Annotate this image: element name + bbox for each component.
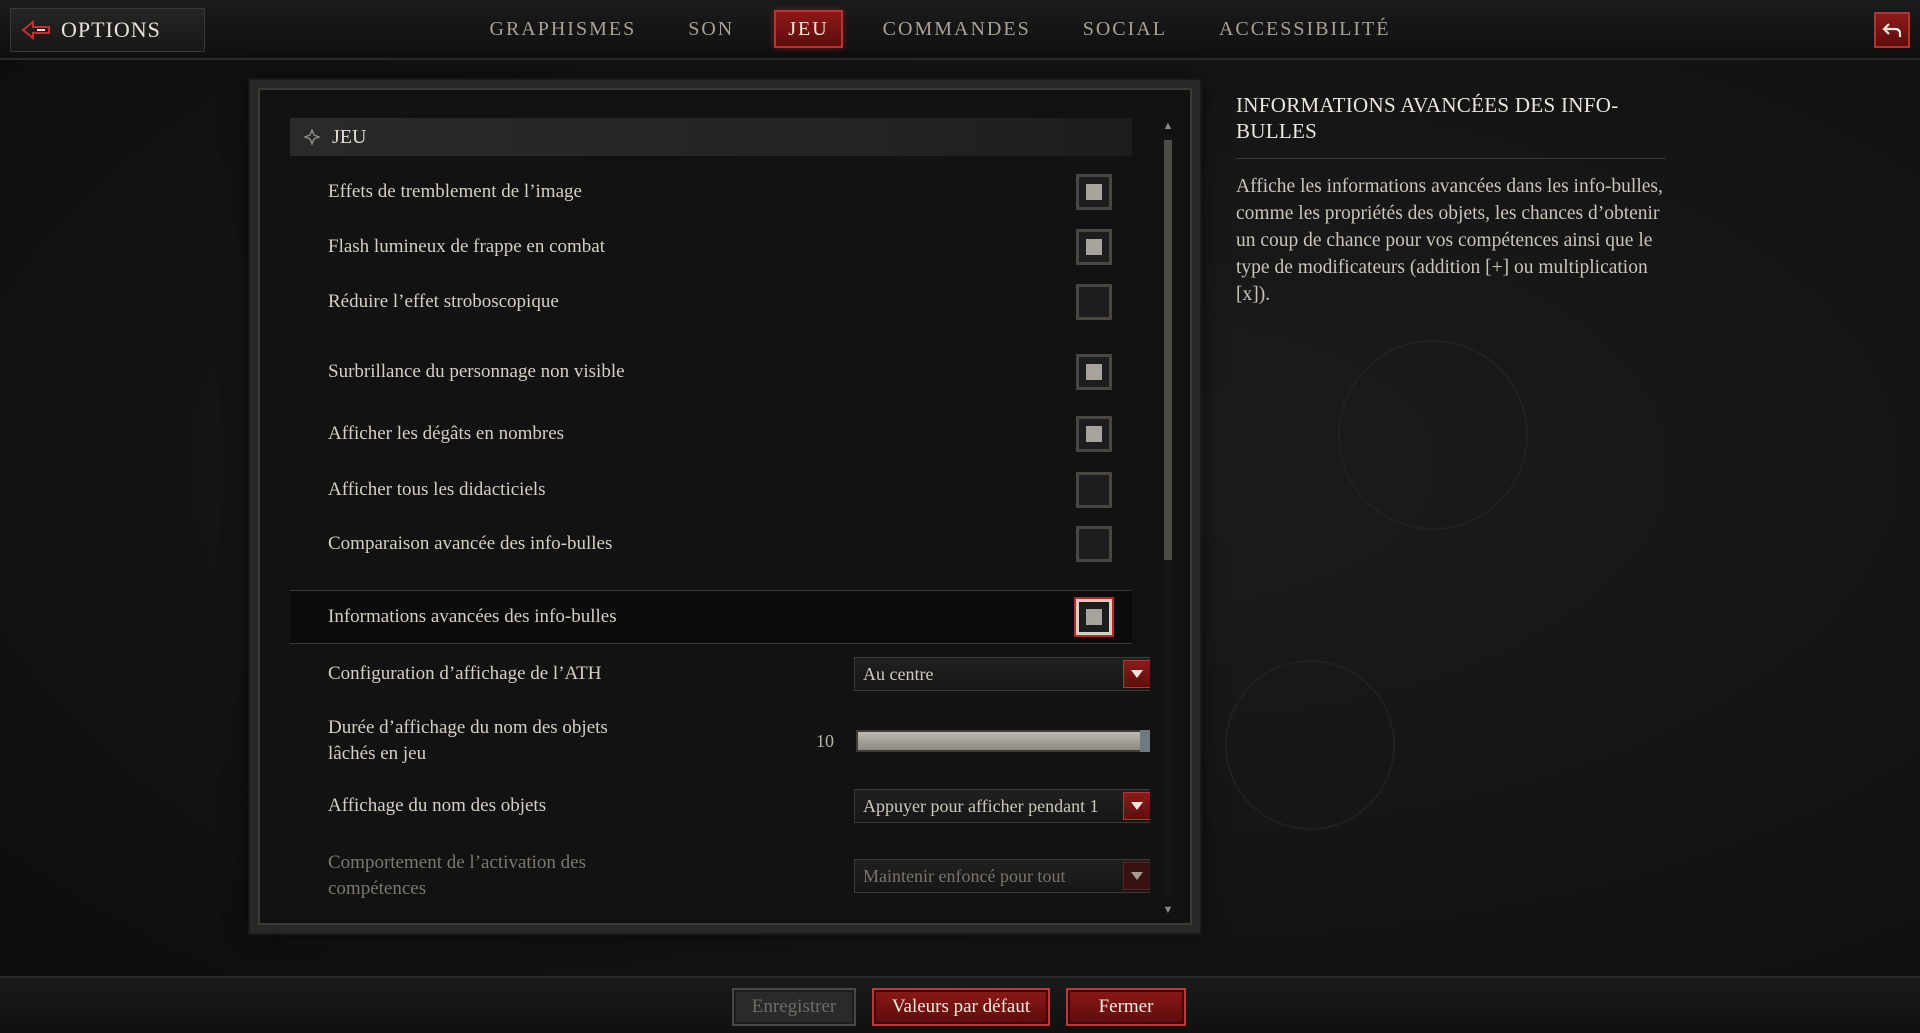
checkmark xyxy=(1086,426,1102,442)
scroll-up-icon[interactable]: ▲ xyxy=(1160,118,1176,134)
setting-row[interactable]: Comparaison avancée des info-bulles xyxy=(290,522,1132,566)
setting-checkbox[interactable] xyxy=(1076,599,1112,635)
background-emblem xyxy=(1225,660,1395,830)
tab-commandes[interactable]: COMMANDES xyxy=(857,10,1057,48)
tab-bar: GRAPHISMES SON JEU COMMANDES SOCIAL ACCE… xyxy=(0,10,1920,50)
tab-social[interactable]: SOCIAL xyxy=(1057,10,1193,48)
scroll-thumb[interactable] xyxy=(1164,140,1172,560)
back-arrow-icon xyxy=(1882,23,1902,37)
tab-son[interactable]: SON xyxy=(662,10,760,48)
bottom-bar: Enregistrer Valeurs par défaut Fermer xyxy=(0,976,1920,1033)
defaults-button[interactable]: Valeurs par défaut xyxy=(872,988,1050,1026)
options-title-box: OPTIONS xyxy=(10,8,205,52)
hud-layout-dropdown[interactable]: Au centre xyxy=(854,657,1150,691)
setting-row[interactable]: Durée d’affichage du nom des objets lâch… xyxy=(290,706,1150,776)
item-label-duration-slider[interactable] xyxy=(856,730,1150,752)
setting-checkbox[interactable] xyxy=(1076,284,1112,320)
options-emblem-icon xyxy=(21,19,50,41)
checkmark xyxy=(1086,184,1102,200)
slider-value: 10 xyxy=(816,730,834,751)
setting-checkbox[interactable] xyxy=(1076,472,1112,508)
section-header-jeu: JEU xyxy=(290,118,1132,156)
back-button[interactable] xyxy=(1874,12,1910,48)
setting-row[interactable]: Configuration d’affichage de l’ATH Au ce… xyxy=(290,652,1150,696)
setting-label: Affichage du nom des objets xyxy=(328,795,547,816)
item-names-dropdown[interactable]: Appuyer pour afficher pendant 1 xyxy=(854,789,1150,823)
setting-row[interactable]: Réduire l’effet stroboscopique xyxy=(290,280,1132,324)
checkmark xyxy=(1086,609,1102,625)
checkmark xyxy=(1086,364,1102,380)
slider-thumb[interactable] xyxy=(1140,730,1150,752)
tab-accessibilite[interactable]: ACCESSIBILITÉ xyxy=(1193,10,1417,48)
section-diamond-icon xyxy=(304,129,320,145)
dropdown-value: Au centre xyxy=(863,663,934,684)
info-description: Affiche les informations avancées dans l… xyxy=(1236,176,1663,305)
setting-label: Afficher les dégâts en nombres xyxy=(328,423,565,444)
setting-checkbox[interactable] xyxy=(1076,354,1112,390)
dropdown-arrow-icon[interactable] xyxy=(1123,792,1150,820)
setting-checkbox[interactable] xyxy=(1076,174,1112,210)
checkmark xyxy=(1086,239,1102,255)
setting-checkbox[interactable] xyxy=(1076,229,1112,265)
setting-row-selected[interactable]: Informations avancées des info-bulles xyxy=(290,590,1132,644)
setting-row[interactable]: Affichage du nom des objets Appuyer pour… xyxy=(290,784,1150,828)
setting-row[interactable]: Afficher tous les didacticiels xyxy=(290,468,1132,512)
setting-label: Comparaison avancée des info-bulles xyxy=(328,533,613,554)
setting-checkbox[interactable] xyxy=(1076,526,1112,562)
background-emblem xyxy=(1338,340,1528,530)
setting-label: Comportement de l’activation des compéte… xyxy=(328,852,587,899)
setting-row[interactable]: Afficher les dégâts en nombres xyxy=(290,412,1132,456)
setting-label: Flash lumineux de frappe en combat xyxy=(328,236,606,257)
setting-label: Durée d’affichage du nom des objets lâch… xyxy=(328,717,608,764)
close-button[interactable]: Fermer xyxy=(1066,988,1186,1026)
setting-row[interactable]: Surbrillance du personnage non visible xyxy=(290,337,1132,407)
setting-row[interactable]: Effets de tremblement de l’image xyxy=(290,170,1132,214)
dropdown-value: Maintenir enfoncé pour tout xyxy=(863,865,1066,886)
dropdown-arrow-icon[interactable] xyxy=(1123,660,1150,688)
tab-graphismes[interactable]: GRAPHISMES xyxy=(464,10,663,48)
setting-label: Afficher tous les didacticiels xyxy=(328,479,546,500)
settings-list: JEU Effets de tremblement de l’image Fla… xyxy=(280,118,1150,918)
settings-scrollbar[interactable]: ▲ ▼ xyxy=(1160,118,1176,918)
scroll-down-icon[interactable]: ▼ xyxy=(1160,902,1176,918)
skill-activation-dropdown[interactable]: Maintenir enfoncé pour tout xyxy=(854,859,1150,893)
setting-row[interactable]: Flash lumineux de frappe en combat xyxy=(290,225,1132,269)
options-title: OPTIONS xyxy=(61,17,161,42)
slider-fill xyxy=(858,732,1150,750)
setting-checkbox[interactable] xyxy=(1076,416,1112,452)
section-title: JEU xyxy=(332,125,367,148)
top-bar: OPTIONS GRAPHISMES SON JEU COMMANDES SOC… xyxy=(0,0,1920,60)
tab-jeu[interactable]: JEU xyxy=(774,10,843,48)
settings-panel: JEU Effets de tremblement de l’image Fla… xyxy=(250,80,1200,933)
save-button[interactable]: Enregistrer xyxy=(732,988,856,1026)
setting-row[interactable]: Comportement de l’activation des compéte… xyxy=(290,841,1150,911)
dropdown-arrow-icon[interactable] xyxy=(1123,862,1150,890)
info-panel: INFORMATIONS AVANCÉES DES INFO-BULLES Af… xyxy=(1236,92,1666,308)
setting-label: Surbrillance du personnage non visible xyxy=(328,361,625,382)
dropdown-value: Appuyer pour afficher pendant 1 xyxy=(863,795,1099,816)
setting-label: Effets de tremblement de l’image xyxy=(328,181,582,202)
setting-label: Configuration d’affichage de l’ATH xyxy=(328,663,602,684)
setting-label: Réduire l’effet stroboscopique xyxy=(328,291,559,312)
info-title: INFORMATIONS AVANCÉES DES INFO-BULLES xyxy=(1236,92,1666,159)
setting-label: Informations avancées des info-bulles xyxy=(328,606,617,627)
